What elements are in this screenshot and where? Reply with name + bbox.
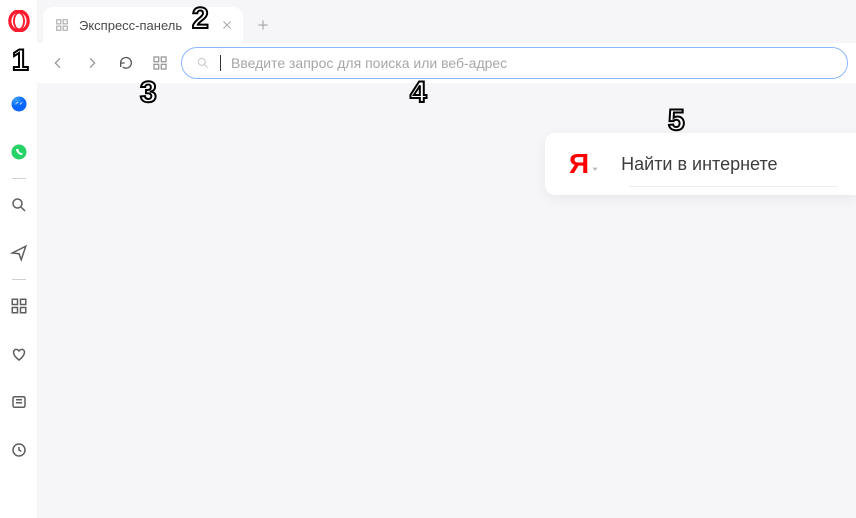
navigation-toolbar: Введите запрос для поиска или веб-адрес <box>37 43 856 83</box>
speed-dial-toolbar-icon[interactable] <box>147 50 173 76</box>
yandex-search-card[interactable]: Я Найти в интернете <box>545 133 856 195</box>
close-tab-icon[interactable] <box>221 19 233 31</box>
messenger-icon[interactable] <box>9 94 29 114</box>
back-button[interactable] <box>45 50 71 76</box>
yandex-logo-letter: Я <box>569 150 589 178</box>
heart-icon[interactable] <box>9 344 29 364</box>
forward-button[interactable] <box>79 50 105 76</box>
search-underline <box>629 186 838 187</box>
opera-logo-icon <box>8 10 30 32</box>
new-tab-button[interactable] <box>249 11 277 39</box>
tab-bar: Экспресс-панель <box>37 0 856 43</box>
chevron-down-icon[interactable] <box>591 160 599 178</box>
text-cursor <box>220 55 221 71</box>
search-icon <box>196 56 210 70</box>
sidebar-divider <box>12 279 26 280</box>
sidebar-divider <box>12 178 26 179</box>
address-bar-placeholder: Введите запрос для поиска или веб-адрес <box>231 55 507 71</box>
browser-chrome: Экспресс-панель Введите запрос для поис <box>37 0 856 518</box>
tab-title: Экспресс-панель <box>79 18 182 33</box>
news-icon[interactable] <box>9 392 29 412</box>
speed-dial-icon[interactable] <box>9 296 29 316</box>
whatsapp-icon[interactable] <box>9 142 29 162</box>
speed-dial-content: Я Найти в интернете <box>37 83 856 518</box>
yandex-search-placeholder: Найти в интернете <box>621 154 777 175</box>
send-icon[interactable] <box>9 243 29 263</box>
history-icon[interactable] <box>9 440 29 460</box>
yandex-logo[interactable]: Я <box>569 150 599 178</box>
speed-dial-icon <box>55 18 69 32</box>
reload-button[interactable] <box>113 50 139 76</box>
address-bar[interactable]: Введите запрос для поиска или веб-адрес <box>181 47 848 79</box>
search-sidebar-icon[interactable] <box>9 195 29 215</box>
tab-speed-dial[interactable]: Экспресс-панель <box>43 7 243 43</box>
sidebar <box>0 0 37 518</box>
